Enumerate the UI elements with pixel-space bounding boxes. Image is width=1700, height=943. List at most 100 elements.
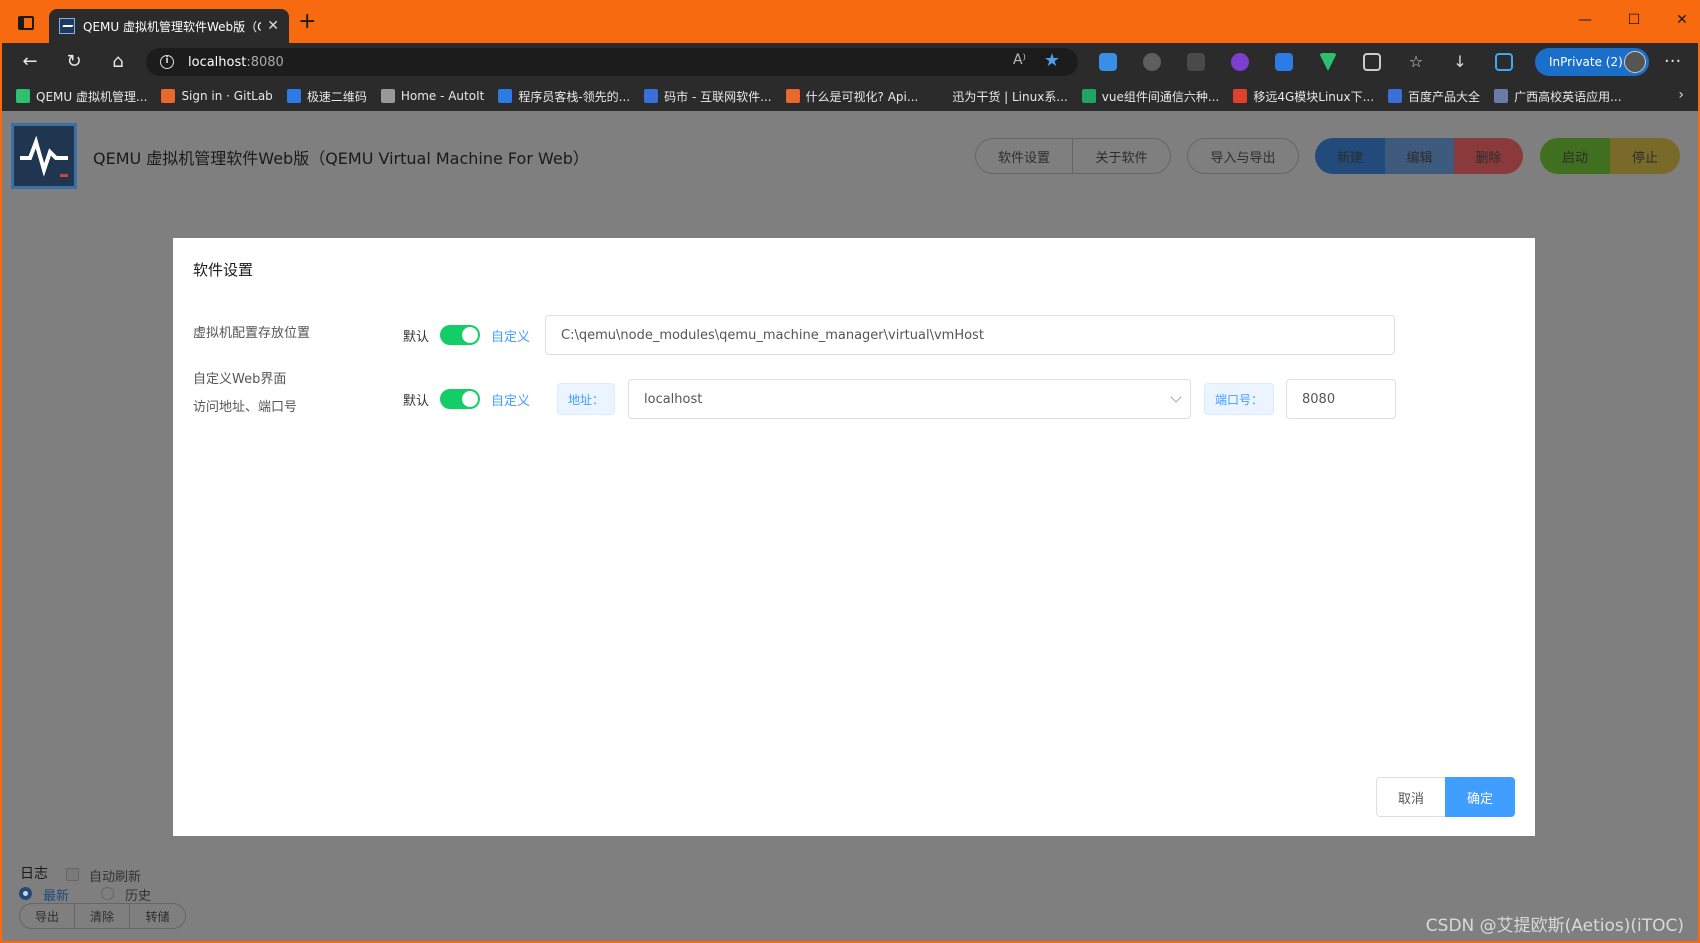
bookmark-favicon-icon: [1233, 89, 1248, 103]
extension-icon[interactable]: [1231, 53, 1249, 71]
bookmark-label: 百度产品大全: [1408, 89, 1481, 104]
delete-vm-button[interactable]: 删除: [1454, 138, 1523, 174]
about-software-button[interactable]: 关于软件: [1073, 139, 1170, 173]
address-select[interactable]: localhost: [628, 379, 1191, 419]
address-bar[interactable]: i localhost:8080 A⁾ ★: [146, 48, 1078, 76]
export-log-button[interactable]: 导出: [20, 904, 75, 928]
software-settings-button[interactable]: 软件设置: [976, 139, 1073, 173]
import-export-button[interactable]: 导入与导出: [1188, 139, 1298, 173]
bookmark-item[interactable]: Sign in · GitLab: [161, 89, 273, 103]
watermark: CSDN @艾提欧斯(Aetios)(iTOC): [1425, 916, 1684, 936]
bookmark-label: 极速二维码: [306, 89, 367, 104]
vm-path-custom-label: 自定义: [491, 330, 531, 345]
clear-log-button[interactable]: 清除: [75, 904, 130, 928]
history-radio[interactable]: [101, 887, 114, 900]
start-vm-button[interactable]: 启动: [1540, 138, 1610, 174]
bookmark-favicon-icon: [785, 89, 800, 103]
downloads-icon[interactable]: ↓: [1451, 53, 1469, 71]
auto-refresh-checkbox[interactable]: [66, 868, 79, 881]
app-title: QEMU 虚拟机管理软件Web版（QEMU Virtual Machine Fo…: [93, 149, 589, 168]
dump-log-button[interactable]: 转储: [130, 904, 185, 928]
vm-path-switch[interactable]: [440, 325, 480, 345]
close-window-button[interactable]: ✕: [1670, 12, 1694, 28]
react-devtools-icon[interactable]: [1143, 53, 1161, 71]
edge-bar-icon[interactable]: [1495, 53, 1513, 71]
avatar: [1624, 51, 1646, 73]
port-tag: 端口号：: [1204, 383, 1274, 415]
url-host: localhost: [188, 54, 247, 70]
favorites-icon[interactable]: ☆: [1407, 53, 1425, 71]
bookmark-favicon-icon: [16, 89, 30, 103]
bookmark-item[interactable]: vue组件间通信六种...: [1081, 88, 1220, 105]
history-label: 历史: [125, 889, 152, 904]
new-tab-button[interactable]: +: [298, 11, 316, 33]
vm-path-default-label: 默认: [403, 330, 430, 345]
new-vm-button[interactable]: 新建: [1315, 138, 1385, 174]
favorite-star-icon[interactable]: ★: [1044, 50, 1060, 71]
bookmark-item[interactable]: Home - AutoIt: [380, 89, 484, 103]
bookmark-label: 移远4G模块Linux下...: [1253, 89, 1375, 104]
extension-icon[interactable]: [1275, 53, 1293, 71]
cancel-button[interactable]: 取消: [1376, 777, 1446, 817]
web-label-line2: 访问地址、端口号: [193, 400, 298, 415]
bookmark-favicon-icon: [286, 89, 301, 103]
read-aloud-icon[interactable]: A⁾: [1013, 52, 1026, 68]
site-info-icon[interactable]: i: [160, 55, 174, 69]
bookmark-item[interactable]: 广西高校英语应用...: [1494, 88, 1622, 105]
app-favicon-icon: [59, 18, 75, 34]
tab-title: QEMU 虚拟机管理软件Web版（Q: [83, 19, 262, 34]
bookmark-label: 什么是可视化? Api...: [805, 89, 919, 104]
confirm-button[interactable]: 确定: [1445, 777, 1515, 817]
bookmark-item[interactable]: 程序员客栈-领先的...: [498, 88, 630, 105]
bookmark-item[interactable]: 百度产品大全: [1388, 88, 1480, 105]
vm-path-label: 虚拟机配置存放位置: [193, 326, 311, 341]
chevron-down-icon: [1170, 391, 1182, 403]
bookmark-label: Sign in · GitLab: [181, 89, 273, 103]
inprivate-badge[interactable]: InPrivate (2): [1535, 48, 1649, 76]
import-export-group: 导入与导出: [1187, 138, 1299, 174]
web-switch[interactable]: [440, 389, 480, 409]
home-icon[interactable]: ⌂: [106, 51, 130, 73]
vm-path-input[interactable]: C:\qemu\node_modules\qemu_machine_manage…: [545, 315, 1395, 355]
navigation-bar: ← ↻ ⌂ i localhost:8080 A⁾ ★ ☆ ↓ InPrivat…: [2, 43, 1698, 81]
bookmark-label: 广西高校英语应用...: [1514, 89, 1622, 104]
settings-dialog: 软件设置 虚拟机配置存放位置 默认 自定义 C:\qemu\node_modul…: [173, 238, 1535, 836]
log-button-group: 导出 清除 转储: [19, 903, 186, 929]
browser-window: QEMU 虚拟机管理软件Web版（Q ✕ + — ☐ ✕ ← ↻ ⌂ i loc…: [0, 0, 1700, 943]
tab-close-icon[interactable]: ✕: [267, 18, 279, 34]
bookmark-favicon-icon: [1081, 89, 1096, 103]
bookmarks-overflow-icon[interactable]: ›: [1678, 87, 1684, 103]
bookmark-favicon-icon: [932, 89, 947, 103]
vue-devtools-icon[interactable]: [1319, 53, 1337, 71]
back-arrow-icon[interactable]: ←: [18, 51, 42, 73]
bookmark-item[interactable]: 什么是可视化? Api...: [785, 88, 919, 105]
address-tag: 地址：: [557, 383, 615, 415]
bookmark-favicon-icon: [1494, 89, 1509, 103]
maximize-button[interactable]: ☐: [1622, 12, 1646, 28]
more-options-icon[interactable]: ···: [1664, 51, 1681, 72]
title-bar: QEMU 虚拟机管理软件Web版（Q ✕ + — ☐ ✕: [2, 2, 1698, 43]
tab-actions-icon[interactable]: [18, 16, 34, 30]
bookmark-item[interactable]: 移远4G模块Linux下...: [1233, 88, 1374, 105]
bookmark-item[interactable]: 迅为干货 | Linux系...: [932, 88, 1068, 105]
bookmark-label: vue组件间通信六种...: [1101, 89, 1220, 104]
app-logo-icon: [11, 123, 77, 189]
bookmark-item[interactable]: 码市 - 互联网软件...: [644, 88, 772, 105]
web-label-line1: 自定义Web界面: [193, 372, 287, 387]
browser-tab[interactable]: QEMU 虚拟机管理软件Web版（Q ✕: [49, 9, 289, 43]
url-port: :8080: [246, 54, 284, 70]
extension-icon[interactable]: [1187, 53, 1205, 71]
log-title: 日志: [20, 866, 48, 882]
extension-icon[interactable]: [1099, 53, 1117, 71]
edit-vm-button[interactable]: 编辑: [1385, 138, 1454, 174]
port-input[interactable]: 8080: [1286, 379, 1396, 419]
refresh-icon[interactable]: ↻: [62, 51, 86, 73]
bookmarks-bar: QEMU 虚拟机管理... Sign in · GitLab 极速二维码 Home -…: [2, 81, 1698, 111]
bookmark-label: 迅为干货 | Linux系...: [952, 89, 1068, 104]
bookmark-item[interactable]: QEMU 虚拟机管理...: [16, 88, 147, 105]
stop-vm-button[interactable]: 停止: [1610, 138, 1680, 174]
latest-radio[interactable]: [19, 887, 32, 900]
minimize-button[interactable]: —: [1573, 12, 1597, 28]
bookmark-item[interactable]: 极速二维码: [286, 88, 367, 105]
extensions-puzzle-icon[interactable]: [1363, 53, 1381, 71]
